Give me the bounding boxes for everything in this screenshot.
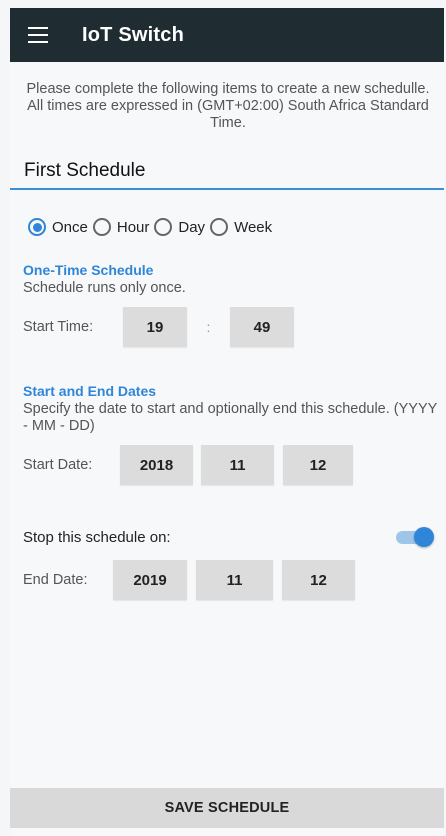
app-screen: IoT Switch Please complete the following… [10,8,444,836]
radio-hour[interactable]: Hour [92,218,150,236]
start-month-picker[interactable]: 11 [201,445,274,485]
start-day-picker[interactable]: 12 [283,445,353,485]
stop-schedule-toggle[interactable] [396,527,434,547]
schedule-name-input[interactable] [24,160,364,182]
one-time-schedule-description: Schedule runs only once. [23,280,186,296]
schedule-name-field-container [10,160,444,190]
start-minute-picker[interactable]: 49 [230,307,294,347]
radio-once[interactable]: Once [28,218,88,236]
radio-day[interactable]: Day [154,218,205,236]
end-year-picker[interactable]: 2019 [113,560,187,600]
start-hour-picker[interactable]: 19 [123,307,187,347]
radio-checked-icon [28,218,46,236]
time-separator: : [206,319,211,335]
one-time-schedule-title: One-Time Schedule [23,262,154,278]
end-date-row: End Date: 2019 11 12 [10,560,444,600]
end-month-picker[interactable]: 11 [196,560,273,600]
start-time-row: Start Time: 19 : 49 [10,307,444,347]
start-end-dates-description: Specify the date to start and optionally… [23,401,438,434]
start-end-dates-title: Start and End Dates [23,383,157,399]
app-title: IoT Switch [82,23,184,46]
save-schedule-button[interactable]: SAVE SCHEDULE [10,788,444,828]
start-time-label: Start Time: [23,319,94,335]
stop-schedule-label: Stop this schedule on: [23,528,171,546]
radio-hour-label: Hour [116,218,150,236]
end-day-picker[interactable]: 12 [282,560,355,600]
start-year-picker[interactable]: 2018 [120,445,193,485]
radio-unchecked-icon [210,218,229,236]
app-bar: IoT Switch [10,8,444,62]
start-date-label: Start Date: [23,457,93,473]
hamburger-menu-icon[interactable] [28,27,48,43]
radio-week-label: Week [234,218,273,236]
end-date-label: End Date: [23,572,88,588]
frequency-radio-group: Once Hour Day Week [10,218,444,236]
stop-schedule-row: Stop this schedule on: [10,527,444,547]
radio-week[interactable]: Week [210,218,272,236]
radio-once-label: Once [52,218,88,236]
radio-unchecked-icon [92,218,111,236]
radio-day-label: Day [178,218,206,236]
radio-unchecked-icon [154,218,173,236]
intro-text: Please complete the following items to c… [26,81,430,131]
start-date-row: Start Date: 2018 11 12 [10,445,444,485]
toggle-thumb [414,527,434,547]
